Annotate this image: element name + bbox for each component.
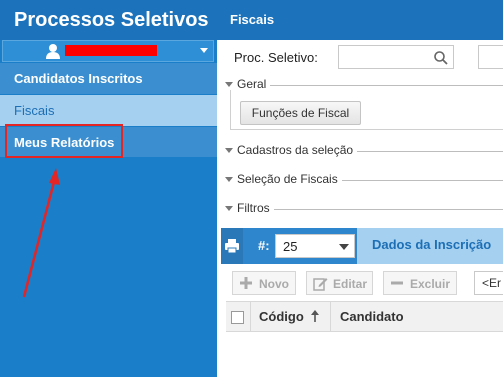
tab-dados-da-inscricao[interactable]: Dados da Inscrição — [357, 228, 503, 264]
table-header: Código Candidato — [226, 301, 503, 332]
section-title: Geral — [237, 77, 267, 91]
new-button-label: Novo — [259, 277, 289, 291]
print-button[interactable] — [221, 228, 243, 264]
select-all-checkbox[interactable] — [231, 311, 244, 324]
column-divider — [250, 302, 251, 331]
section-selecao-de-fiscais[interactable]: Seleção de Fiscais — [221, 172, 342, 188]
secondary-input[interactable] — [478, 45, 503, 69]
section-cadastros-da-selecao[interactable]: Cadastros da seleção — [221, 143, 358, 159]
edit-button[interactable]: Editar — [306, 271, 373, 295]
delete-button-label: Excluir — [410, 277, 451, 291]
minus-icon — [391, 281, 403, 285]
page-title: Fiscais — [217, 0, 503, 40]
new-button[interactable]: Novo — [232, 271, 296, 295]
section-filtros[interactable]: Filtros — [221, 201, 274, 217]
grid-toolbar: #: 25 Dados da Inscrição — [221, 228, 503, 264]
column-header-candidato[interactable]: Candidato — [340, 309, 404, 324]
section-title: Seleção de Fiscais — [237, 172, 338, 186]
print-icon — [225, 239, 239, 254]
page-size-label: #: — [258, 238, 270, 253]
page-size-select[interactable]: 25 — [275, 234, 355, 258]
page-size-value: 25 — [283, 239, 298, 254]
column-header-codigo[interactable]: Código — [259, 309, 304, 324]
search-icon[interactable] — [433, 50, 449, 66]
delete-button[interactable]: Excluir — [383, 271, 457, 295]
chevron-down-icon — [225, 177, 233, 182]
edit-icon — [313, 278, 328, 291]
proc-seletivo-input[interactable] — [338, 45, 454, 69]
section-title: Cadastros da seleção — [237, 143, 354, 157]
chevron-down-icon — [225, 206, 233, 211]
column-divider — [330, 302, 331, 331]
section-title: Filtros — [237, 201, 270, 215]
chevron-down-icon — [225, 82, 233, 87]
chevron-down-icon — [339, 244, 349, 250]
chevron-down-icon — [225, 148, 233, 153]
edit-button-label: Editar — [333, 277, 368, 291]
plus-icon — [240, 277, 252, 289]
grid-filter-input[interactable]: <Er — [474, 271, 503, 295]
annotation-arrow — [22, 168, 60, 298]
funcoes-de-fiscal-button[interactable]: Funções de Fiscal — [240, 101, 361, 125]
sort-asc-icon[interactable] — [310, 309, 320, 323]
proc-seletivo-label: Proc. Seletivo: — [234, 50, 318, 65]
